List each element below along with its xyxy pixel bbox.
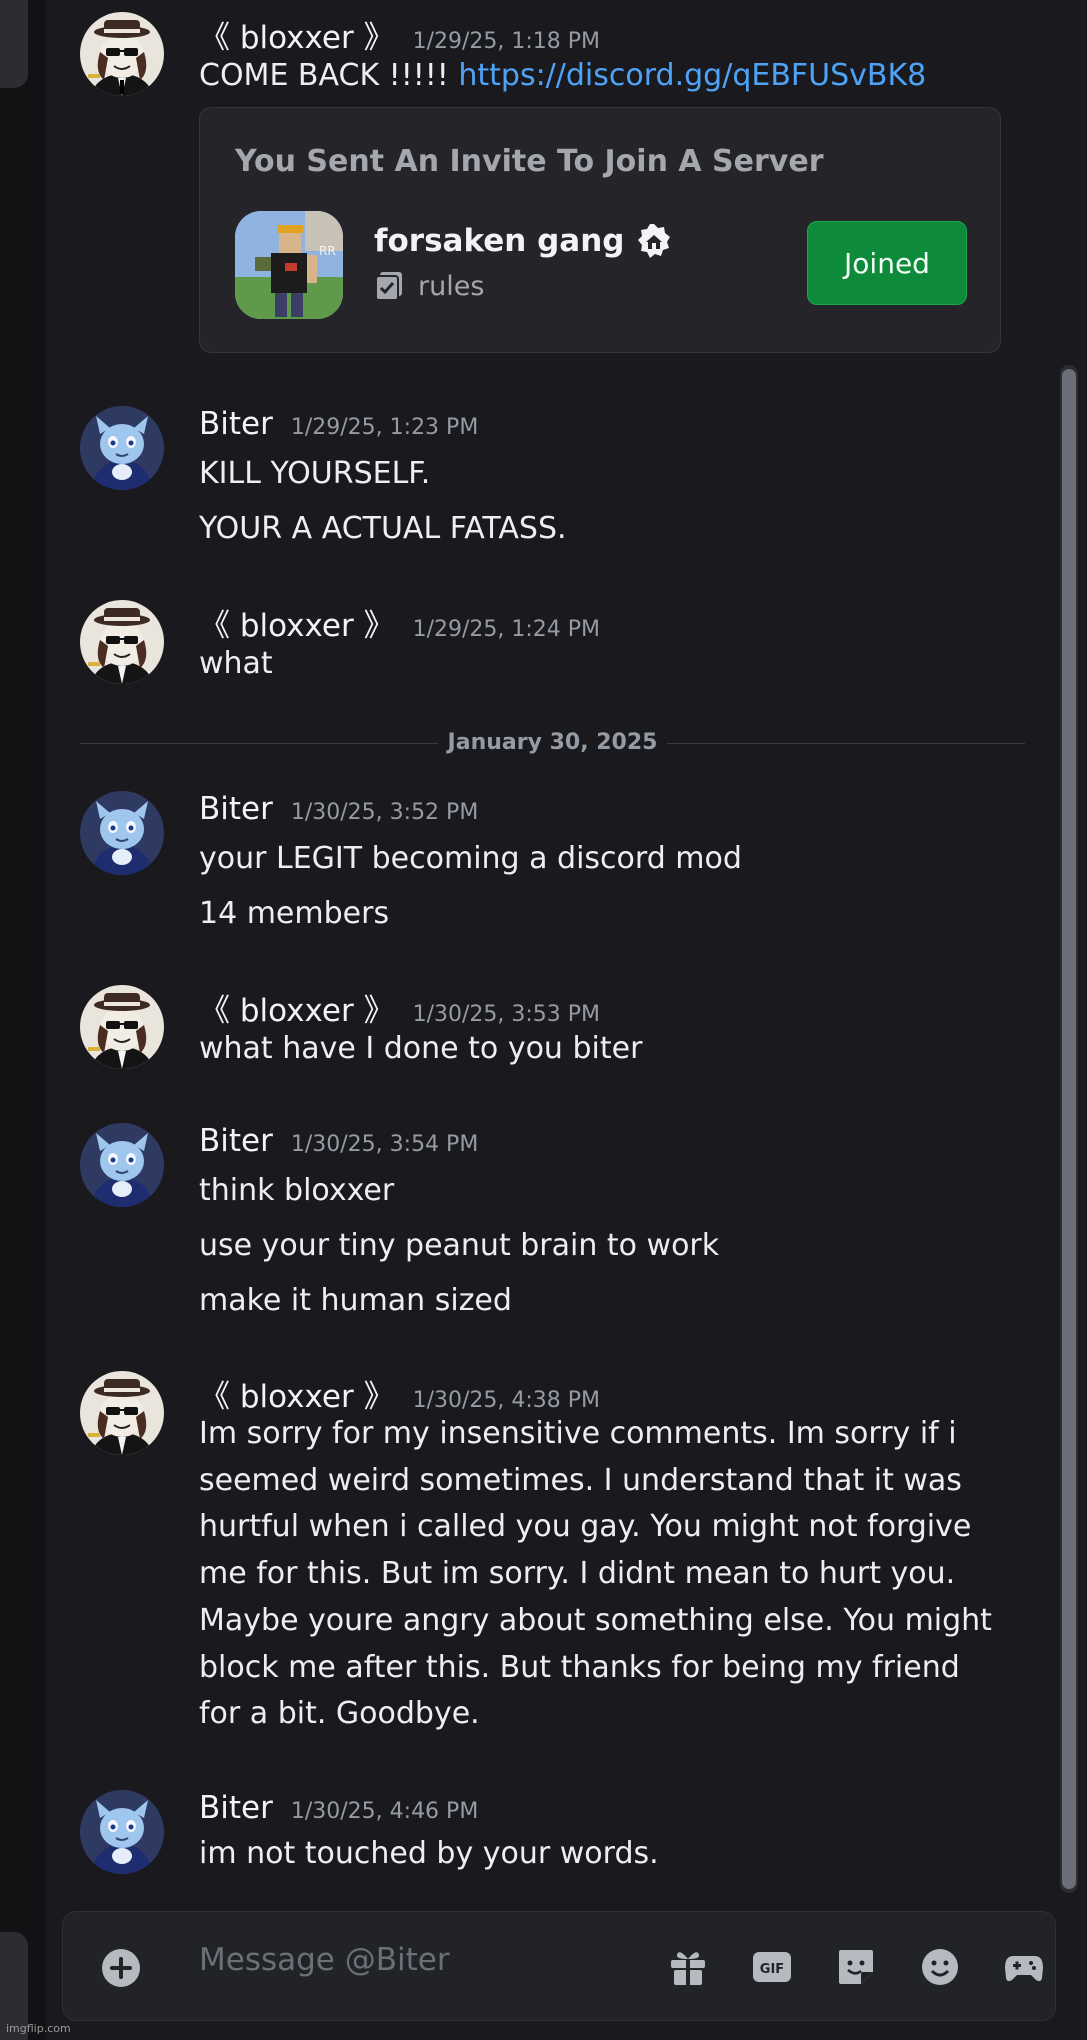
message-body-text: COME BACK !!!!! — [199, 58, 449, 93]
author-name[interactable]: Biter — [199, 791, 273, 827]
rail-panel-top — [0, 0, 28, 88]
avatar-biter-image — [80, 406, 164, 490]
message-timestamp: 1/30/25, 4:46 PM — [290, 1799, 479, 1824]
message-text: what have I done to you biter — [199, 1031, 643, 1066]
server-rail — [0, 0, 46, 2040]
avatar-bloxxer[interactable] — [80, 985, 164, 1069]
message-text: COME BACK !!!!! https://discord.gg/qEBFU… — [199, 52, 1016, 100]
invite-channel: rules — [374, 270, 484, 302]
sticker-icon[interactable] — [835, 1946, 877, 1988]
server-icon[interactable]: RR — [235, 211, 343, 319]
invite-link[interactable]: https://discord.gg/qEBFUSvBK8 — [458, 58, 926, 93]
message-text: make it human sized — [199, 1283, 512, 1318]
svg-text:GIF: GIF — [760, 1962, 784, 1977]
guild-home-badge-icon — [638, 224, 671, 258]
message-text: think bloxxer — [199, 1173, 395, 1208]
date-divider-label: January 30, 2025 — [437, 730, 668, 755]
message-composer: Message @Biter GIF — [62, 1911, 1056, 2021]
message-header: Biter 1/30/25, 4:46 PM — [199, 1790, 1016, 1830]
author-name[interactable]: 《 bloxxer 》 — [199, 12, 395, 57]
message-timestamp: 1/30/25, 4:38 PM — [412, 1388, 601, 1413]
avatar-bloxxer[interactable] — [80, 1371, 164, 1455]
message-timestamp: 1/30/25, 3:52 PM — [290, 800, 479, 825]
message-text: YOUR A ACTUAL FATASS. — [199, 511, 567, 546]
author-name[interactable]: Biter — [199, 406, 273, 442]
message-timestamp: 1/30/25, 3:53 PM — [412, 1002, 601, 1027]
author-name[interactable]: Biter — [199, 1790, 273, 1826]
author-name[interactable]: Biter — [199, 1123, 273, 1159]
message-text: KILL YOURSELF. — [199, 456, 431, 491]
avatar-biter-image — [80, 1123, 164, 1207]
server-name-text: forsaken gang — [374, 223, 625, 259]
gif-icon[interactable]: GIF — [751, 1946, 793, 1988]
message-timestamp: 1/30/25, 3:54 PM — [290, 1132, 479, 1157]
message-text: 14 members — [199, 896, 390, 931]
avatar-biter[interactable] — [80, 406, 164, 490]
message-timestamp: 1/29/25, 1:18 PM — [412, 29, 601, 54]
message-header: 《 bloxxer 》 1/30/25, 3:53 PM — [199, 985, 1016, 1029]
invite-channel-name: rules — [418, 270, 485, 302]
add-attachment-icon[interactable] — [101, 1948, 141, 1988]
author-name[interactable]: 《 bloxxer 》 — [199, 1371, 395, 1416]
author-name[interactable]: 《 bloxxer 》 — [199, 985, 395, 1030]
message-text: your LEGIT becoming a discord mod — [199, 841, 742, 876]
date-divider: January 30, 2025 — [80, 730, 1025, 756]
message-timestamp: 1/29/25, 1:23 PM — [290, 415, 479, 440]
avatar-bloxxer-image — [80, 600, 164, 684]
invite-title: You Sent An Invite To Join A Server — [235, 144, 824, 179]
emoji-icon[interactable] — [919, 1946, 961, 1988]
message-timestamp: 1/29/25, 1:24 PM — [412, 617, 601, 642]
joined-button[interactable]: Joined — [807, 221, 967, 305]
avatar-biter-image — [80, 1790, 164, 1874]
svg-text:RR: RR — [319, 244, 336, 258]
message-text: use your tiny peanut brain to work — [199, 1228, 720, 1263]
watermark: imgflip.com — [6, 2022, 71, 2035]
author-name[interactable]: 《 bloxxer 》 — [199, 600, 395, 645]
message-header: Biter 1/29/25, 1:23 PM — [199, 406, 1016, 446]
roblox-avatar-image: RR — [235, 211, 343, 319]
message-header: Biter 1/30/25, 3:54 PM — [199, 1123, 1016, 1163]
message-header: Biter 1/30/25, 3:52 PM — [199, 791, 1016, 831]
activities-icon[interactable] — [1003, 1946, 1045, 1988]
message-header: 《 bloxxer 》 1/29/25, 1:18 PM — [199, 12, 1016, 56]
dm-chat-area: 《 bloxxer 》 1/29/25, 1:18 PM COME BACK !… — [46, 0, 1087, 2040]
avatar-bloxxer[interactable] — [80, 600, 164, 684]
avatar-bloxxer-image — [80, 12, 164, 96]
server-invite-embed: You Sent An Invite To Join A Server RR f… — [199, 107, 1001, 353]
invite-server-name[interactable]: forsaken gang — [374, 223, 672, 259]
gift-icon[interactable] — [667, 1946, 709, 1988]
message-input[interactable]: Message @Biter — [199, 1942, 450, 1978]
message-header: 《 bloxxer 》 1/30/25, 4:38 PM — [199, 1371, 1016, 1415]
avatar-biter[interactable] — [80, 1790, 164, 1874]
message-text: Im sorry for my insensitive comments. Im… — [199, 1416, 992, 1732]
avatar-bloxxer[interactable] — [80, 12, 164, 96]
scrollbar-thumb[interactable] — [1062, 369, 1076, 1889]
avatar-biter-image — [80, 791, 164, 875]
message-header: 《 bloxxer 》 1/29/25, 1:24 PM — [199, 600, 1016, 644]
message-text: im not touched by your words. — [199, 1836, 659, 1871]
avatar-biter[interactable] — [80, 791, 164, 875]
avatar-bloxxer-image — [80, 985, 164, 1069]
avatar-bloxxer-image — [80, 1371, 164, 1455]
rules-channel-icon — [375, 272, 402, 301]
avatar-biter[interactable] — [80, 1123, 164, 1207]
message-text: what — [199, 646, 273, 681]
